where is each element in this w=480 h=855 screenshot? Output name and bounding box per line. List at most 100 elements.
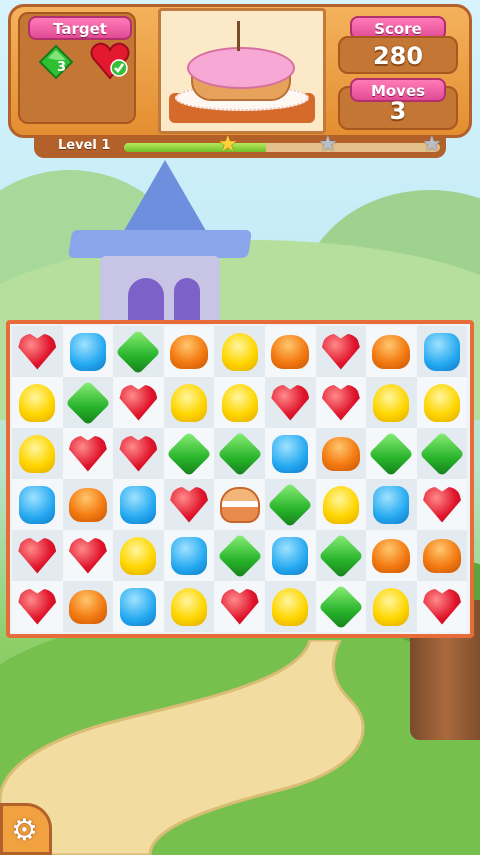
board-cell[interactable] bbox=[264, 479, 316, 530]
board-cell[interactable] bbox=[416, 377, 468, 428]
board-cell[interactable] bbox=[366, 428, 417, 479]
yellow-candy-icon[interactable] bbox=[120, 536, 157, 575]
board-cell[interactable] bbox=[366, 530, 417, 581]
heart-candy-icon[interactable] bbox=[18, 333, 57, 370]
heart-candy-icon[interactable] bbox=[321, 384, 360, 421]
orange-candy-icon[interactable] bbox=[68, 589, 107, 624]
board-cell[interactable] bbox=[214, 581, 265, 632]
board-cell[interactable] bbox=[416, 428, 468, 479]
yellow-candy-icon[interactable] bbox=[221, 332, 258, 371]
board-cell[interactable] bbox=[12, 377, 63, 428]
yellow-candy-icon[interactable] bbox=[19, 383, 56, 422]
board-cell[interactable] bbox=[315, 581, 367, 632]
special-candy-icon[interactable] bbox=[219, 486, 260, 523]
board-cell[interactable] bbox=[62, 377, 114, 428]
green-candy-icon[interactable] bbox=[217, 532, 263, 579]
board-cell[interactable] bbox=[62, 326, 114, 377]
orange-candy-icon[interactable] bbox=[271, 334, 310, 369]
board-cell[interactable] bbox=[214, 377, 265, 428]
heart-candy-icon[interactable] bbox=[423, 588, 462, 625]
board-cell[interactable] bbox=[113, 377, 164, 428]
board-cell[interactable] bbox=[214, 530, 265, 581]
blue-candy-icon[interactable] bbox=[120, 485, 157, 524]
yellow-candy-icon[interactable] bbox=[171, 587, 208, 626]
board-cell[interactable] bbox=[62, 479, 114, 530]
blue-candy-icon[interactable] bbox=[120, 587, 157, 626]
green-candy-icon[interactable] bbox=[318, 583, 364, 630]
board-cell[interactable] bbox=[113, 479, 164, 530]
board-cell[interactable] bbox=[366, 326, 417, 377]
settings-button[interactable]: ⚙ bbox=[0, 803, 52, 855]
board-cell[interactable] bbox=[264, 428, 316, 479]
blue-candy-icon[interactable] bbox=[272, 536, 309, 575]
green-candy-icon[interactable] bbox=[65, 379, 111, 426]
board-cell[interactable] bbox=[12, 428, 63, 479]
board-cell[interactable] bbox=[12, 326, 63, 377]
orange-candy-icon[interactable] bbox=[423, 538, 462, 573]
board-cell[interactable] bbox=[416, 581, 468, 632]
heart-candy-icon[interactable] bbox=[321, 333, 360, 370]
heart-candy-icon[interactable] bbox=[68, 537, 107, 574]
board-cell[interactable] bbox=[315, 326, 367, 377]
blue-candy-icon[interactable] bbox=[373, 485, 410, 524]
heart-candy-icon[interactable] bbox=[18, 537, 57, 574]
board-cell[interactable] bbox=[366, 479, 417, 530]
board-cell[interactable] bbox=[12, 479, 63, 530]
board-cell[interactable] bbox=[264, 377, 316, 428]
board-cell[interactable] bbox=[214, 428, 265, 479]
heart-candy-icon[interactable] bbox=[220, 588, 259, 625]
yellow-candy-icon[interactable] bbox=[424, 383, 461, 422]
yellow-candy-icon[interactable] bbox=[221, 383, 258, 422]
green-candy-icon[interactable] bbox=[115, 328, 162, 375]
yellow-candy-icon[interactable] bbox=[272, 587, 309, 626]
board-cell[interactable] bbox=[62, 428, 114, 479]
blue-candy-icon[interactable] bbox=[424, 332, 461, 371]
orange-candy-icon[interactable] bbox=[372, 334, 411, 369]
board-cell[interactable] bbox=[315, 530, 367, 581]
heart-candy-icon[interactable] bbox=[119, 384, 158, 421]
yellow-candy-icon[interactable] bbox=[373, 587, 410, 626]
heart-candy-icon[interactable] bbox=[271, 384, 310, 421]
orange-candy-icon[interactable] bbox=[372, 538, 411, 573]
board-cell[interactable] bbox=[315, 479, 367, 530]
heart-candy-icon[interactable] bbox=[18, 588, 57, 625]
board-cell[interactable] bbox=[366, 581, 417, 632]
board-cell[interactable] bbox=[113, 326, 164, 377]
green-candy-icon[interactable] bbox=[217, 430, 263, 477]
green-candy-icon[interactable] bbox=[318, 532, 364, 579]
board-cell[interactable] bbox=[214, 326, 265, 377]
green-candy-icon[interactable] bbox=[267, 481, 313, 528]
board-cell[interactable] bbox=[214, 479, 265, 530]
board-cell[interactable] bbox=[163, 326, 215, 377]
board-cell[interactable] bbox=[163, 428, 215, 479]
board-cell[interactable] bbox=[113, 581, 164, 632]
blue-candy-icon[interactable] bbox=[272, 434, 309, 473]
heart-candy-icon[interactable] bbox=[423, 486, 462, 523]
orange-candy-icon[interactable] bbox=[321, 436, 360, 471]
orange-candy-icon[interactable] bbox=[170, 334, 209, 369]
blue-candy-icon[interactable] bbox=[69, 332, 106, 371]
board-cell[interactable] bbox=[416, 326, 468, 377]
board-cell[interactable] bbox=[315, 377, 367, 428]
board-cell[interactable] bbox=[315, 428, 367, 479]
heart-candy-icon[interactable] bbox=[68, 435, 107, 472]
board-cell[interactable] bbox=[163, 479, 215, 530]
heart-candy-icon[interactable] bbox=[119, 435, 158, 472]
blue-candy-icon[interactable] bbox=[171, 536, 208, 575]
board-cell[interactable] bbox=[12, 581, 63, 632]
board-cell[interactable] bbox=[62, 530, 114, 581]
heart-candy-icon[interactable] bbox=[170, 486, 209, 523]
blue-candy-icon[interactable] bbox=[19, 485, 56, 524]
board-cell[interactable] bbox=[62, 581, 114, 632]
board-cell[interactable] bbox=[416, 479, 468, 530]
board-cell[interactable] bbox=[163, 581, 215, 632]
orange-candy-icon[interactable] bbox=[68, 487, 107, 522]
board-cell[interactable] bbox=[416, 530, 468, 581]
board-cell[interactable] bbox=[113, 530, 164, 581]
board-cell[interactable] bbox=[163, 377, 215, 428]
yellow-candy-icon[interactable] bbox=[171, 383, 208, 422]
yellow-candy-icon[interactable] bbox=[373, 383, 410, 422]
board-cell[interactable] bbox=[366, 377, 417, 428]
board-cell[interactable] bbox=[113, 428, 164, 479]
green-candy-icon[interactable] bbox=[166, 430, 212, 477]
